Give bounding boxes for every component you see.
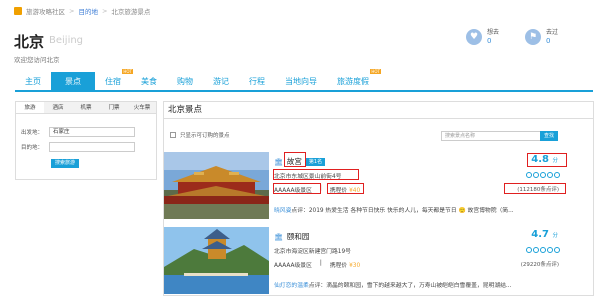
summer-palace-photo[interactable] [164, 227, 269, 294]
breadcrumb-item[interactable]: 旅游攻略社区 [26, 6, 65, 16]
rating-rings [526, 172, 560, 178]
travel-search-panel: 旅游 酒店 机票 门票 火车票 出发地： 石家庄 目的地： 搜索旅游 [15, 101, 157, 180]
comment-user[interactable]: 仙灯恋的温柔 [274, 283, 309, 289]
search-tab-hotel[interactable]: 酒店 [44, 102, 72, 113]
breadcrumb-separator: > [69, 7, 75, 15]
tab-itinerary[interactable]: 行程 [239, 72, 275, 90]
rank-badge: 第1名 [305, 157, 326, 166]
page-title-en: Beijing [49, 35, 84, 46]
to-input[interactable] [49, 142, 136, 152]
breadcrumb-item[interactable]: 目的地 [78, 6, 98, 16]
section-heading: 北京景点 [164, 102, 593, 119]
highlight-box [273, 183, 321, 194]
attraction-address: 北京市海淀区新建宫门路19号 [274, 249, 351, 255]
price-value: ¥30 [349, 263, 361, 269]
latest-comment: 晓风姿点评：2019 热爱生活 各种节日快乐 快乐的人儿，每天都是节日 🙂 故宫… [274, 208, 514, 214]
bookable-filter[interactable]: 只显示可订购的景点 [170, 131, 230, 139]
hot-badge: HOT [370, 69, 381, 74]
want-to-go-count: 0 [487, 37, 492, 45]
highlight-box [273, 169, 359, 180]
want-to-go-stat[interactable]: ♥ 想去 0 [466, 29, 499, 46]
tab-local-guide[interactable]: 当地向导 [275, 72, 327, 90]
tab-home[interactable]: 主页 [15, 72, 51, 90]
breadcrumb-item: 北京旅游景点 [111, 8, 151, 16]
been-there-label: 去过 [546, 29, 559, 36]
want-to-go-label: 想去 [487, 29, 500, 36]
divider: | [319, 260, 322, 266]
highlight-box [327, 183, 364, 194]
to-label: 目的地： [21, 145, 44, 151]
tab-travelogues[interactable]: 游记 [203, 72, 239, 90]
breadcrumb: 旅游攻略社区 > 目的地 > 北京旅游景点 [14, 6, 150, 16]
forbidden-city-photo[interactable] [164, 152, 269, 219]
comment-user[interactable]: 晓风姿 [274, 208, 291, 214]
tab-hotels[interactable]: 住宿 HOT [95, 69, 133, 90]
search-travel-button[interactable]: 搜索旅游 [51, 159, 79, 168]
review-count[interactable]: (29220条点评) [521, 260, 559, 268]
attraction-level: AAAAA级景区 [274, 263, 312, 269]
landmark-icon: 🏛 [274, 232, 283, 241]
tab-attractions[interactable]: 景点 [51, 72, 95, 90]
highlight-box [527, 153, 567, 167]
rating-rings [526, 247, 560, 253]
search-tabs: 旅游 酒店 机票 门票 火车票 [16, 102, 156, 114]
filter-checkbox[interactable] [170, 132, 176, 138]
main-nav: 主页 景点 住宿 HOT 美食 购物 游记 行程 当地向导 旅游度假 HOT [15, 69, 593, 92]
attraction-search-input[interactable]: 搜索景点名称 [441, 131, 541, 141]
from-label: 出发地： [21, 130, 44, 136]
list-item[interactable]: 🏛 颐和园 北京市海淀区新建宫门路19号 AAAAA级景区 | 携程价 ¥30 … [164, 227, 593, 296]
attraction-search-button[interactable]: 查找 [540, 131, 558, 141]
price-block: 携程价 ¥30 [329, 263, 361, 269]
tab-shopping[interactable]: 购物 [167, 72, 203, 90]
highlight-box [504, 183, 566, 194]
search-tab-flight[interactable]: 机票 [72, 102, 100, 113]
tab-food[interactable]: 美食 [131, 72, 167, 90]
been-there-stat[interactable]: ⚑ 去过 0 [525, 29, 558, 46]
list-item[interactable]: 🏛 故宫 第1名 北京市东城区景山前街4号 AAAAA级景区 | 携程价 ¥40… [164, 152, 593, 223]
attraction-meta: AAAAA级景区 | 携程价 ¥30 [274, 260, 360, 269]
flag-icon[interactable]: ⚑ [525, 29, 541, 45]
page-title: 北京 [14, 33, 45, 51]
comment-text: 2019 热爱生活 各种节日快乐 快乐的人儿，每天都是节日 🙂 故宫博物院（简.… [308, 208, 514, 214]
welcome-text: 欢迎您访问北京 [14, 56, 60, 64]
highlight-box [284, 152, 306, 167]
attraction-title[interactable]: 颐和园 [287, 231, 310, 242]
rating-score: 4.7 分 [531, 229, 558, 240]
home-icon[interactable] [14, 7, 22, 15]
attractions-panel: 北京景点 只显示可订购的景点 搜索景点名称 查找 🏛 故宫 第1名 北京市东城区… [163, 101, 594, 296]
landmark-icon: 🏛 [274, 157, 283, 166]
tab-vacation[interactable]: 旅游度假 HOT [327, 69, 381, 90]
heart-icon[interactable]: ♥ [466, 29, 482, 45]
latest-comment: 仙灯恋的温柔点评：滴晶的颐和园，雪下的越来越大了，万寿山被皑皑白雪覆盖，昆明湖结… [274, 283, 512, 289]
search-tab-travel[interactable]: 旅游 [16, 102, 44, 113]
from-input[interactable]: 石家庄 [49, 127, 136, 137]
search-tab-ticket[interactable]: 门票 [100, 102, 128, 113]
search-tab-train[interactable]: 火车票 [128, 102, 156, 113]
breadcrumb-separator: > [101, 7, 108, 15]
been-there-count: 0 [546, 37, 551, 45]
comment-text: 滴晶的颐和园，雪下的越来越大了，万寿山被皑皑白雪覆盖，昆明湖结... [326, 283, 512, 289]
filter-label: 只显示可订购的景点 [180, 133, 230, 139]
attraction-name[interactable]: 🏛 颐和园 [274, 231, 309, 242]
